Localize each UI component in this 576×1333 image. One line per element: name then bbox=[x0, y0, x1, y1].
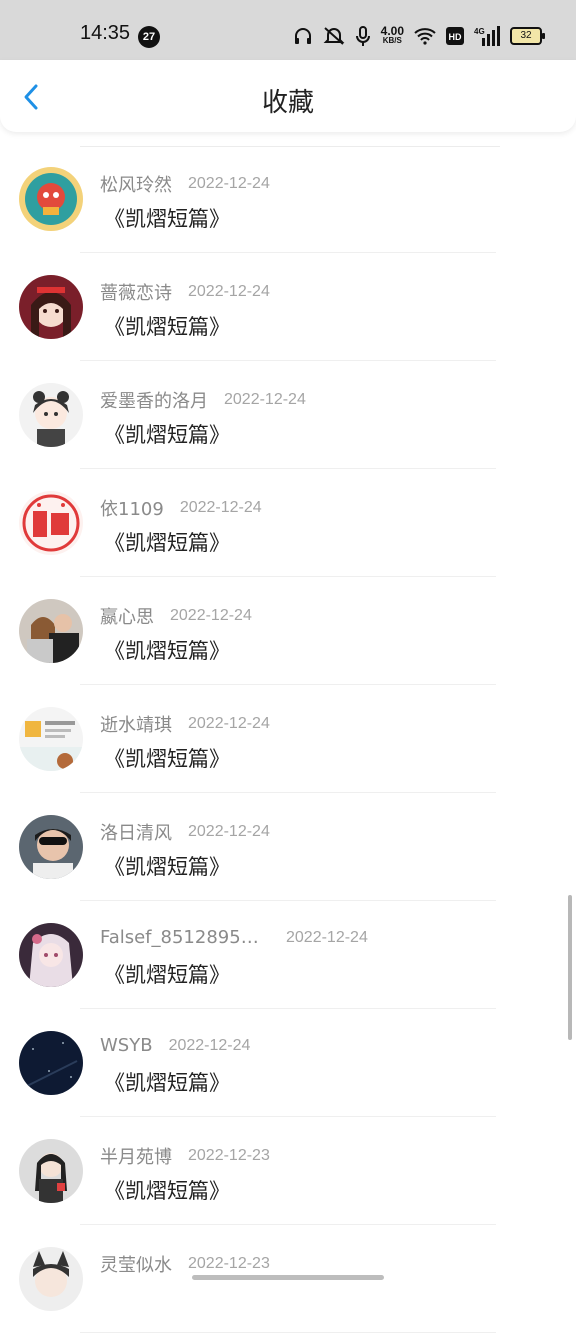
user-name[interactable]: 依1109 bbox=[100, 495, 164, 521]
item-meta: 蔷薇恋诗 2022-12-24 bbox=[100, 279, 270, 305]
list-item[interactable]: WSYB 2022-12-24 《凯熠短篇》 bbox=[0, 1009, 576, 1117]
avatar[interactable] bbox=[19, 599, 83, 663]
status-bar: 14:35 27 4.00 KB/S HD 4G 32 bbox=[0, 0, 576, 60]
item-meta: 松风玲然 2022-12-24 bbox=[100, 171, 270, 197]
list-item[interactable]: 松风玲然 2022-12-24 《凯熠短篇》 bbox=[0, 145, 576, 253]
work-title[interactable]: 《凯熠短篇》 bbox=[104, 851, 230, 881]
svg-text:HD: HD bbox=[449, 32, 462, 42]
date: 2022-12-24 bbox=[286, 928, 368, 946]
user-name[interactable]: 嬴心思 bbox=[100, 603, 154, 629]
work-title[interactable]: 《凯熠短篇》 bbox=[104, 1067, 230, 1097]
avatar[interactable] bbox=[19, 167, 83, 231]
item-meta: 嬴心思 2022-12-24 bbox=[100, 603, 252, 629]
wifi-icon bbox=[414, 28, 436, 45]
headphones-icon bbox=[294, 28, 311, 44]
item-meta: 爱墨香的洛月 2022-12-24 bbox=[100, 387, 306, 413]
avatar[interactable] bbox=[19, 383, 83, 447]
hd-icon: HD bbox=[446, 27, 464, 45]
work-title[interactable]: 《凯熠短篇》 bbox=[104, 203, 230, 233]
item-meta: 洛日清风 2022-12-24 bbox=[100, 819, 270, 845]
avatar[interactable] bbox=[19, 815, 83, 879]
date: 2022-12-24 bbox=[188, 283, 270, 300]
list-item[interactable]: 洛日清风 2022-12-24 《凯熠短篇》 bbox=[0, 793, 576, 901]
date: 2022-12-24 bbox=[168, 1036, 251, 1054]
item-meta: 逝水靖琪 2022-12-24 bbox=[100, 711, 270, 737]
avatar[interactable] bbox=[19, 923, 83, 987]
user-name[interactable]: 灵莹似水 bbox=[100, 1251, 172, 1277]
avatar[interactable] bbox=[19, 1247, 83, 1311]
date: 2022-12-24 bbox=[170, 607, 252, 624]
net-speed-unit: KB/S bbox=[382, 36, 402, 45]
user-name[interactable]: WSYB bbox=[100, 1035, 153, 1056]
header: 收藏 bbox=[0, 60, 576, 132]
item-meta: WSYB 2022-12-24 bbox=[100, 1035, 250, 1056]
avatar[interactable] bbox=[19, 1139, 83, 1203]
work-title[interactable]: 《凯熠短篇》 bbox=[104, 311, 230, 341]
list-item[interactable]: 半月苑博 2022-12-23 《凯熠短篇》 bbox=[0, 1117, 576, 1225]
work-title[interactable]: 《凯熠短篇》 bbox=[104, 959, 230, 989]
user-name[interactable]: 逝水靖琪 bbox=[100, 711, 172, 737]
date: 2022-12-23 bbox=[188, 1255, 270, 1272]
user-name[interactable]: 蔷薇恋诗 bbox=[100, 279, 172, 305]
svg-text:4G: 4G bbox=[474, 27, 485, 36]
work-title[interactable]: 《凯熠短篇》 bbox=[104, 419, 230, 449]
item-meta: 灵莹似水 2022-12-23 bbox=[100, 1251, 270, 1277]
scrollbar[interactable] bbox=[568, 895, 572, 1040]
date: 2022-12-24 bbox=[188, 715, 270, 732]
date: 2022-12-24 bbox=[188, 175, 270, 192]
list-item[interactable]: 依1109 2022-12-24 《凯熠短篇》 bbox=[0, 469, 576, 577]
list-item[interactable]: 蔷薇恋诗 2022-12-24 《凯熠短篇》 bbox=[0, 253, 576, 361]
list-item[interactable]: 逝水靖琪 2022-12-24 《凯熠短篇》 bbox=[0, 685, 576, 793]
date: 2022-12-24 bbox=[188, 823, 270, 840]
avatar[interactable] bbox=[19, 707, 83, 771]
net-speed: 4.00 KB/S bbox=[381, 25, 404, 46]
user-name[interactable]: 爱墨香的洛月 bbox=[100, 387, 208, 413]
item-meta: Falsef_851289579... 2022-12-24 bbox=[100, 927, 368, 948]
item-meta: 半月苑博 2022-12-23 bbox=[100, 1143, 270, 1169]
item-meta: 依1109 2022-12-24 bbox=[100, 495, 262, 521]
list-item[interactable]: 嬴心思 2022-12-24 《凯熠短篇》 bbox=[0, 577, 576, 685]
user-name[interactable]: 洛日清风 bbox=[100, 819, 172, 845]
avatar[interactable] bbox=[19, 275, 83, 339]
mute-icon bbox=[323, 27, 345, 45]
date: 2022-12-23 bbox=[188, 1147, 270, 1164]
status-time: 14:35 bbox=[80, 22, 131, 44]
user-name[interactable]: 松风玲然 bbox=[100, 171, 172, 197]
home-indicator[interactable] bbox=[192, 1275, 384, 1280]
mic-icon bbox=[355, 26, 370, 46]
avatar[interactable] bbox=[19, 491, 83, 555]
page-title: 收藏 bbox=[261, 88, 314, 118]
notification-badge: 27 bbox=[138, 26, 160, 48]
favorites-list: 松风玲然 2022-12-24 《凯熠短篇》 蔷薇恋诗 2022-12-24 《… bbox=[0, 145, 576, 1333]
work-title[interactable]: 《凯熠短篇》 bbox=[104, 635, 230, 665]
date: 2022-12-24 bbox=[224, 391, 306, 408]
avatar[interactable] bbox=[19, 1031, 83, 1095]
status-icons: 4.00 KB/S HD 4G 32 bbox=[293, 22, 545, 50]
list-item[interactable]: 爱墨香的洛月 2022-12-24 《凯熠短篇》 bbox=[0, 361, 576, 469]
work-title[interactable]: 《凯熠短篇》 bbox=[104, 527, 230, 557]
signal-icon: 4G bbox=[474, 26, 500, 46]
work-title[interactable]: 《凯熠短篇》 bbox=[104, 743, 230, 773]
user-name[interactable]: 半月苑博 bbox=[100, 1143, 172, 1169]
list-item[interactable]: Falsef_851289579... 2022-12-24 《凯熠短篇》 bbox=[0, 901, 576, 1009]
work-title[interactable]: 《凯熠短篇》 bbox=[104, 1175, 230, 1205]
battery-icon: 32 bbox=[510, 27, 545, 45]
date: 2022-12-24 bbox=[179, 499, 262, 516]
user-name[interactable]: Falsef_851289579... bbox=[100, 927, 270, 948]
